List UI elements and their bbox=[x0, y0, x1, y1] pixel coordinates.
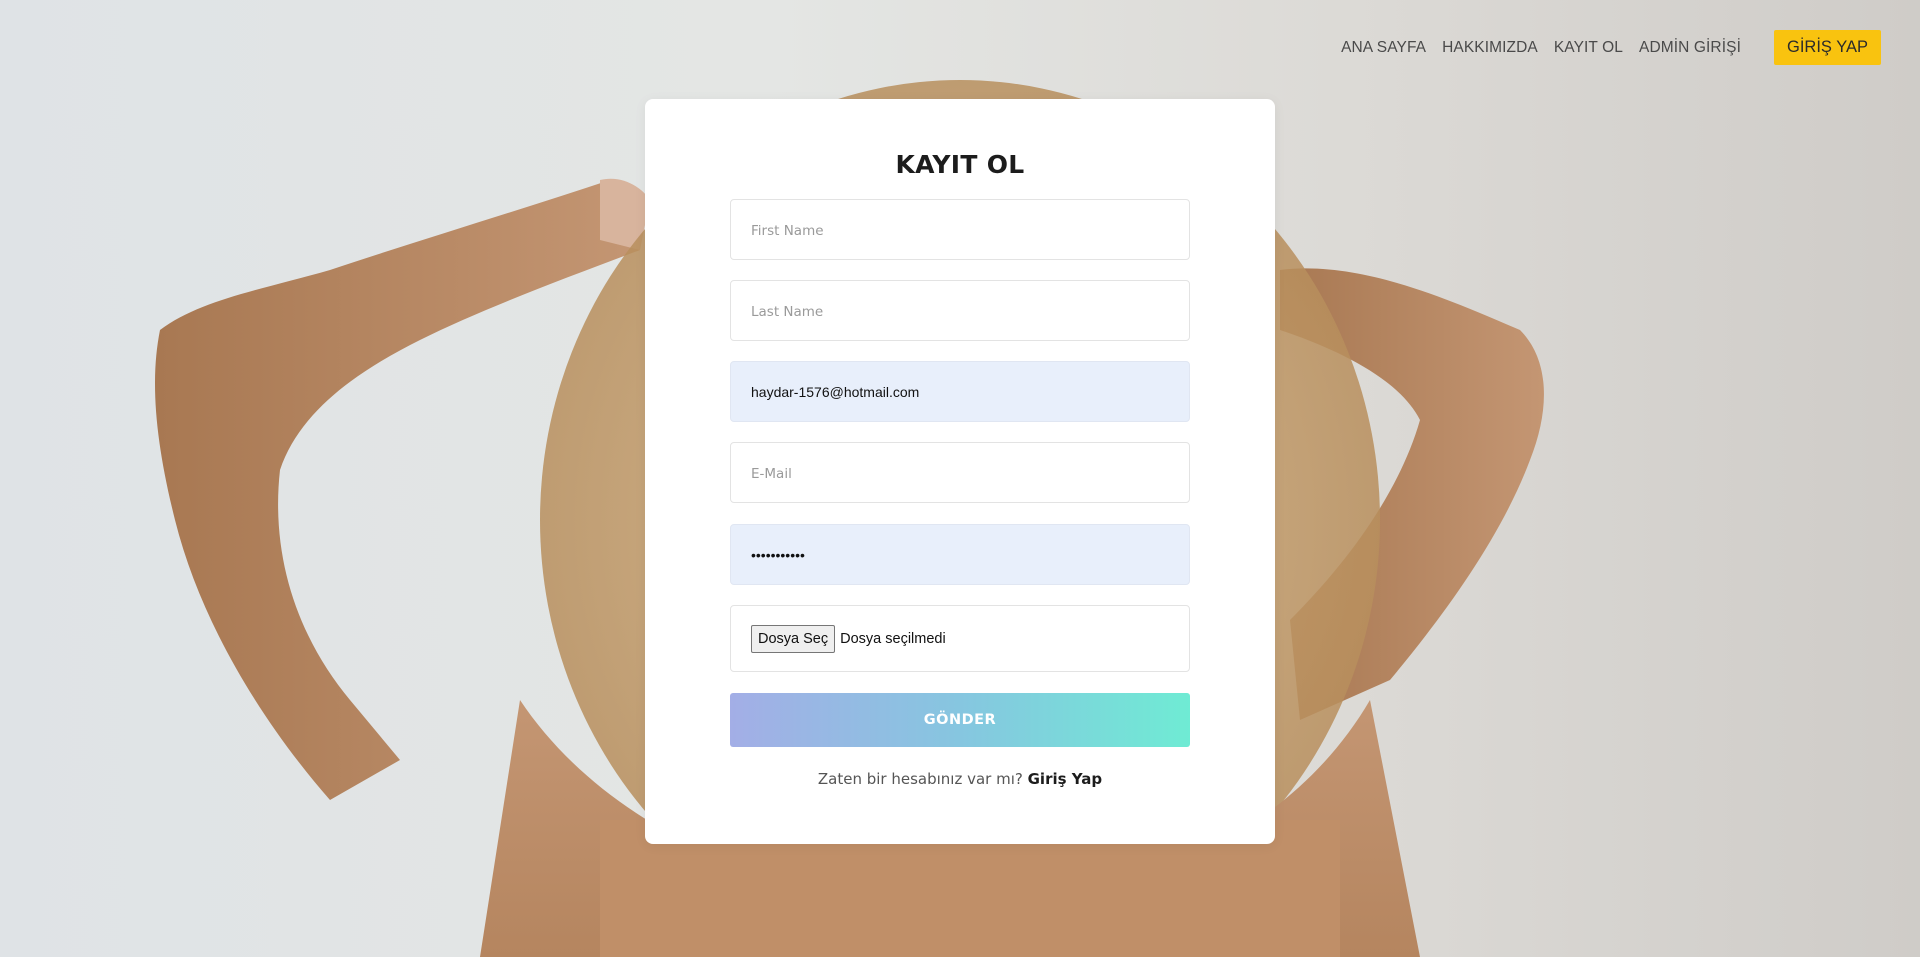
nav-link-admin-login[interactable]: ADMİN GİRİŞİ bbox=[1639, 39, 1741, 57]
username-email-field bbox=[730, 361, 1190, 422]
email-field bbox=[730, 442, 1190, 503]
nav-link-home[interactable]: ANA SAYFA bbox=[1341, 39, 1426, 57]
form-title: KAYIT OL bbox=[895, 150, 1025, 179]
login-prompt-text: Zaten bir hesabınız var mı? bbox=[817, 770, 1023, 788]
submit-button[interactable]: GÖNDER bbox=[730, 693, 1190, 747]
last-name-field bbox=[730, 280, 1190, 341]
first-name-field bbox=[730, 199, 1190, 260]
nav-link-register[interactable]: KAYIT OL bbox=[1554, 39, 1623, 57]
page: ANA SAYFA HAKKIMIZDA KAYIT OL ADMİN GİRİ… bbox=[0, 0, 1920, 957]
login-prompt: Zaten bir hesabınız var mı? Giriş Yap bbox=[645, 770, 1275, 788]
choose-file-button[interactable]: Dosya Seç bbox=[751, 624, 836, 653]
password-input[interactable] bbox=[751, 546, 1189, 563]
password-field bbox=[730, 524, 1190, 585]
nav-login-button[interactable]: GİRİŞ YAP bbox=[1773, 30, 1881, 65]
top-navbar: ANA SAYFA HAKKIMIZDA KAYIT OL ADMİN GİRİ… bbox=[1325, 30, 1881, 65]
email-input[interactable] bbox=[751, 464, 1189, 481]
username-email-input[interactable] bbox=[751, 383, 1189, 400]
last-name-input[interactable] bbox=[751, 302, 1189, 319]
first-name-input[interactable] bbox=[751, 221, 1189, 238]
file-upload-field: Dosya Seç Dosya seçilmedi bbox=[730, 605, 1190, 672]
file-status-text: Dosya seçilmedi bbox=[840, 630, 946, 647]
login-link[interactable]: Giriş Yap bbox=[1028, 770, 1103, 788]
nav-link-about[interactable]: HAKKIMIZDA bbox=[1442, 39, 1538, 57]
